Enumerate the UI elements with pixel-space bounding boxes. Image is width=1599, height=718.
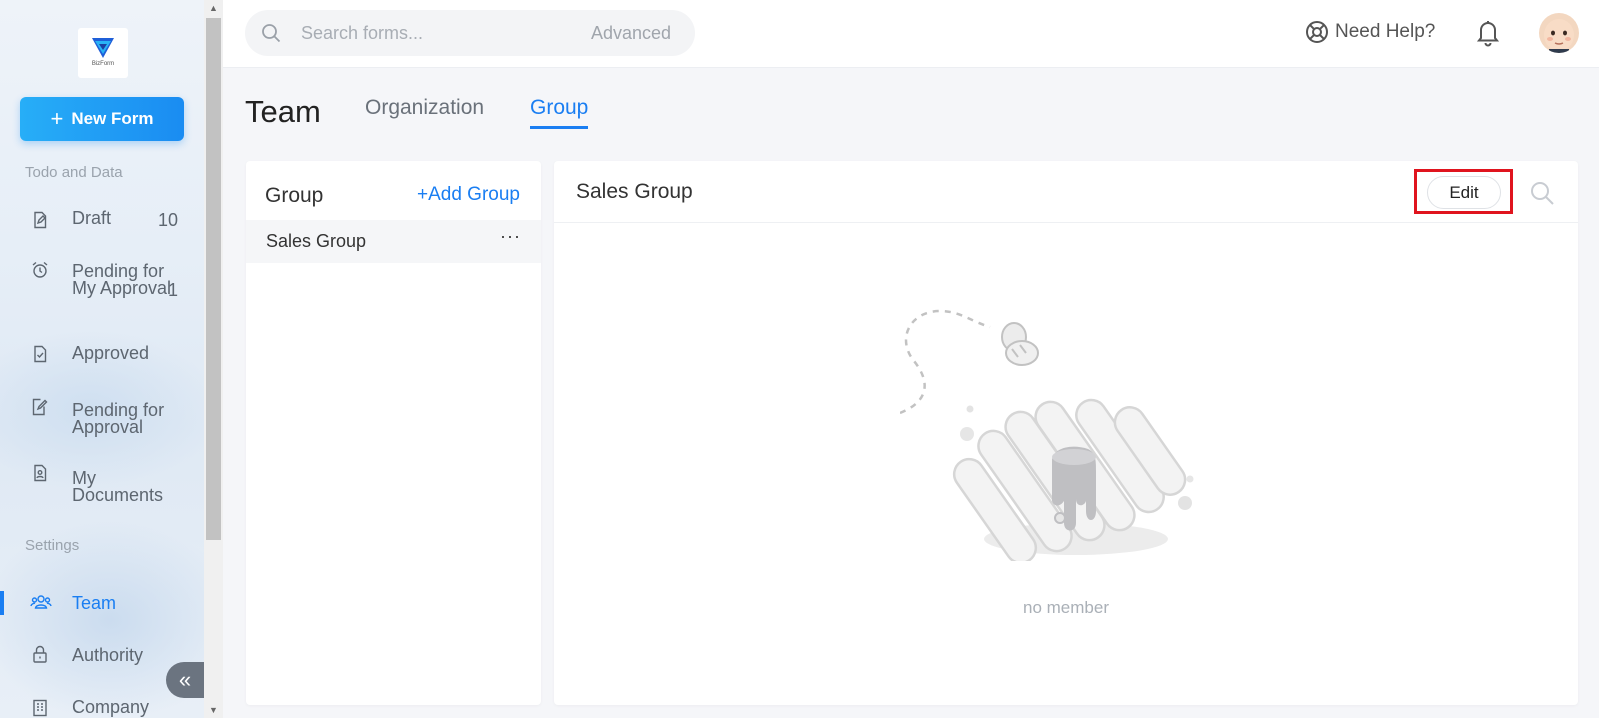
empty-state-illustration (900, 309, 1194, 561)
approved-doc-icon (34, 345, 47, 363)
new-form-label: New Form (71, 109, 154, 128)
sidebar-item-my-documents[interactable]: My Documents (0, 462, 204, 505)
sidebar-item-label: My Documents (72, 468, 164, 505)
group-list-panel: Group +Add Group Sales Group ··· (246, 161, 541, 705)
pending-doc-icon (32, 398, 48, 416)
lifebuoy-icon (1306, 21, 1328, 43)
add-group-button[interactable]: +Add Group (417, 184, 520, 206)
my-documents-icon (34, 464, 47, 482)
tab-organization[interactable]: Organization (365, 96, 484, 126)
section-title-todo: Todo and Data (25, 164, 123, 181)
scroll-thumb[interactable] (206, 18, 221, 540)
detail-header: Sales Group Edit (554, 161, 1578, 223)
sidebar-item-label: Team (72, 593, 117, 613)
user-avatar[interactable] (1539, 13, 1579, 53)
search-input[interactable] (301, 20, 551, 46)
group-panel-title: Group (265, 184, 324, 207)
member-search-icon[interactable] (1529, 180, 1555, 206)
alarm-clock-icon (32, 261, 48, 278)
sidebar-item-pending-my-approval[interactable]: Pending for My Approval 1 (0, 261, 204, 317)
plus-icon: + (50, 106, 64, 131)
edit-button[interactable]: Edit (1427, 176, 1501, 209)
sidebar: BizForm + New Form Todo and Data Draft 1… (0, 0, 204, 718)
group-name: Sales Group (266, 231, 367, 251)
top-header: Advanced Need Help? (223, 0, 1599, 68)
avatar-image (1539, 13, 1579, 53)
draft-icon (34, 211, 47, 229)
group-detail-panel: Sales Group Edit no member (554, 161, 1578, 705)
page-title: Team (245, 94, 321, 129)
group-list-item[interactable]: Sales Group ··· (246, 220, 541, 263)
sidebar-item-label: Pending for My Approval (72, 261, 172, 298)
tab-group[interactable]: Group (530, 96, 589, 129)
sidebar-item-pending-approval[interactable]: Pending for Approval (0, 396, 204, 436)
sidebar-item-label: Company (72, 697, 150, 717)
more-options-icon[interactable]: ··· (500, 226, 521, 247)
sidebar-item-draft[interactable]: Draft 10 (0, 208, 204, 236)
collapse-sidebar-button[interactable]: « (166, 662, 204, 698)
team-icon (30, 595, 52, 609)
lock-icon (33, 645, 47, 663)
new-form-button[interactable]: + New Form (20, 97, 184, 141)
sidebar-scrollbar[interactable]: ▲ ▼ (204, 0, 223, 718)
section-title-settings: Settings (25, 537, 80, 554)
search-icon (262, 24, 281, 43)
sidebar-item-label: Pending for Approval (72, 400, 165, 437)
double-chevron-left-icon: « (178, 667, 192, 692)
search-bar[interactable]: Advanced (245, 10, 695, 56)
sidebar-item-team[interactable]: Team (0, 591, 204, 617)
need-help-button[interactable]: Need Help? (1305, 20, 1435, 44)
draft-count: 10 (157, 210, 178, 230)
logo-text: BizForm (91, 61, 115, 67)
pending-count: 1 (167, 280, 178, 300)
scroll-down-icon[interactable]: ▼ (204, 702, 223, 718)
app-logo[interactable]: BizForm (78, 28, 128, 78)
sidebar-item-approved[interactable]: Approved (0, 343, 204, 371)
detail-title: Sales Group (576, 180, 693, 203)
sidebar-item-label: Approved (72, 343, 150, 363)
scroll-up-icon[interactable]: ▲ (204, 0, 223, 16)
building-icon (33, 699, 47, 717)
logo-mark-icon (92, 38, 114, 58)
advanced-search-link[interactable]: Advanced (591, 23, 671, 44)
need-help-label: Need Help? (1335, 21, 1436, 42)
sidebar-item-company[interactable]: Company (0, 695, 204, 717)
notification-bell-icon[interactable] (1475, 19, 1501, 47)
empty-state-text: no member (1023, 598, 1109, 617)
sidebar-item-label: Authority (72, 645, 144, 665)
